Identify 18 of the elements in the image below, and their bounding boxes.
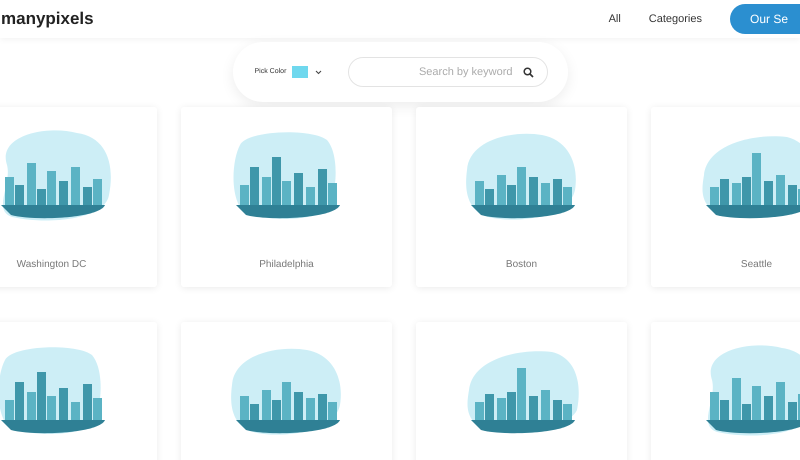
illustration-card[interactable]: Seattle [651,107,800,287]
chevron-down-icon[interactable] [315,70,322,74]
illustration-card[interactable]: Boston [416,107,627,287]
services-button[interactable]: Our Se [730,4,800,34]
color-swatch[interactable] [292,66,308,78]
search-field[interactable]: Search by keyword [348,57,548,87]
card-title: Boston [506,258,538,272]
nav-link[interactable]: All [608,10,621,28]
search-icon[interactable] [522,67,534,78]
logo[interactable]: manypixels [1,6,94,32]
card-title: Washington DC [16,258,86,272]
nav-link[interactable]: Categories [648,10,702,28]
illustration-card[interactable]: Washington DC [0,107,157,287]
card-title: Seattle [740,258,772,272]
illustration-card[interactable] [416,322,627,460]
card-title: Philadelphia [259,258,314,272]
illustration-card[interactable]: Philadelphia [181,107,392,287]
illustration-card[interactable] [181,322,392,460]
